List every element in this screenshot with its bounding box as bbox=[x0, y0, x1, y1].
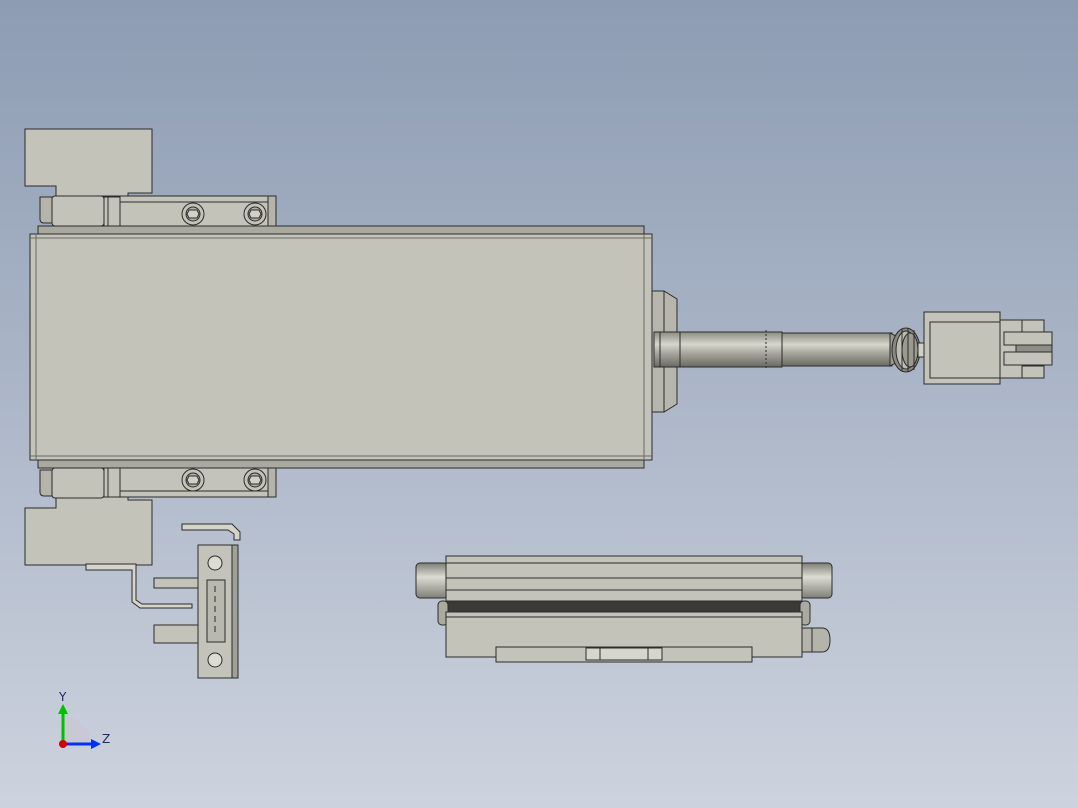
piston-rod[interactable] bbox=[653, 327, 927, 373]
side-view-actuator[interactable] bbox=[415, 555, 833, 663]
x-axis-origin bbox=[59, 740, 67, 748]
bolt-head bbox=[181, 468, 205, 492]
bolt-head bbox=[243, 202, 267, 226]
rod-end-connector[interactable] bbox=[923, 311, 1053, 385]
y-axis-arrowhead bbox=[58, 704, 68, 714]
bolt-head bbox=[181, 202, 205, 226]
z-axis-arrowhead bbox=[91, 739, 101, 749]
axis-triad: Y Z bbox=[58, 690, 110, 749]
actuator-body[interactable] bbox=[29, 225, 653, 469]
top-mounting-bracket[interactable] bbox=[24, 128, 277, 227]
z-axis-label: Z bbox=[102, 732, 110, 746]
cad-viewport[interactable]: Y Z bbox=[0, 0, 1078, 808]
bolt-head bbox=[243, 468, 267, 492]
cad-drawing[interactable]: Y Z bbox=[0, 0, 1078, 808]
y-axis-label: Y bbox=[58, 690, 67, 704]
